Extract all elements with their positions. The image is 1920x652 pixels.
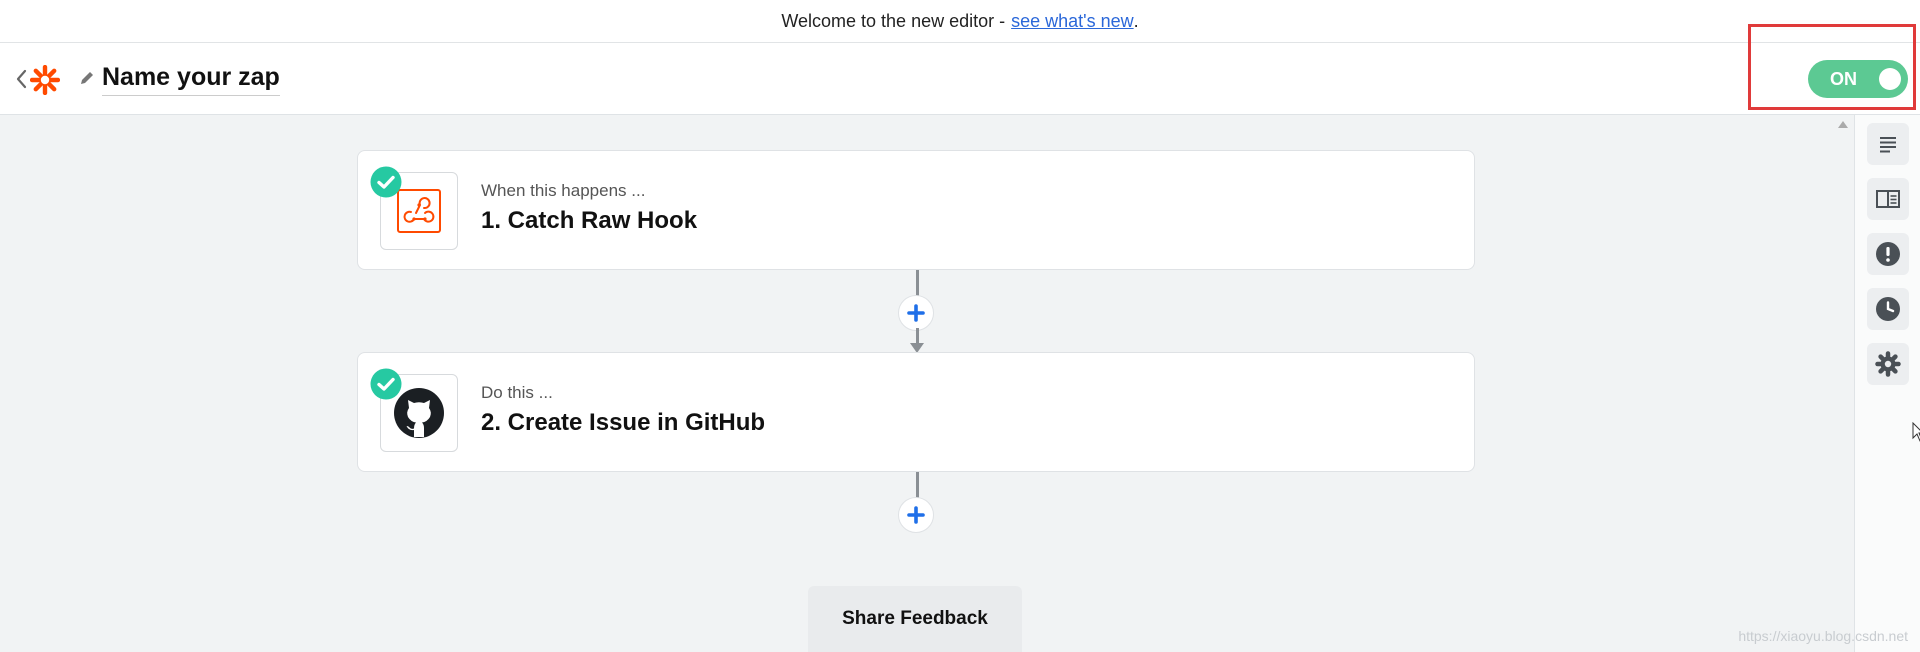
- alert-icon: [1876, 242, 1900, 266]
- docs-button[interactable]: [1867, 178, 1909, 220]
- banner-period: .: [1133, 10, 1139, 31]
- alerts-button[interactable]: [1867, 233, 1909, 275]
- watermark: https://xiaoyu.blog.csdn.net: [1738, 628, 1908, 644]
- step-title: 2. Create Issue in GitHub: [481, 409, 766, 436]
- editor-header: Name your zap ON: [0, 43, 1920, 115]
- editor-banner: Welcome to the new editor - see what's n…: [0, 0, 1920, 43]
- connector-line: [916, 472, 919, 500]
- webhook-icon: [397, 189, 441, 233]
- connector-line: [916, 328, 919, 344]
- annotation-highlight-box: [1748, 24, 1916, 110]
- add-step-button[interactable]: [898, 295, 934, 331]
- check-circle-icon: [370, 368, 402, 400]
- check-circle-icon: [370, 166, 402, 198]
- whats-new-link[interactable]: see what's new: [1011, 11, 1134, 32]
- history-icon: [1876, 297, 1900, 321]
- zapier-logo-icon[interactable]: [30, 65, 60, 95]
- mouse-cursor-icon: [1912, 422, 1920, 442]
- notes-button[interactable]: [1867, 123, 1909, 165]
- pencil-icon[interactable]: [78, 69, 96, 87]
- zap-editor-canvas: When this happens ... 1. Catch Raw Hook …: [0, 115, 1854, 652]
- settings-button[interactable]: [1867, 343, 1909, 385]
- trigger-step-card[interactable]: When this happens ... 1. Catch Raw Hook: [357, 150, 1475, 270]
- step-label: When this happens ...: [481, 181, 646, 200]
- settings-icon: [1875, 351, 1901, 377]
- book-icon: [1876, 190, 1900, 208]
- notes-icon: [1880, 137, 1896, 153]
- plus-icon: [907, 506, 925, 524]
- add-step-button[interactable]: [898, 497, 934, 533]
- step-title: 1. Catch Raw Hook: [481, 207, 698, 234]
- action-step-card[interactable]: Do this ... 2. Create Issue in GitHub: [357, 352, 1475, 472]
- chevron-left-icon[interactable]: [14, 67, 28, 91]
- zap-name-field[interactable]: Name your zap: [102, 59, 280, 96]
- banner-text: Welcome to the new editor -: [781, 10, 1006, 31]
- scroll-up-arrow[interactable]: [1838, 121, 1848, 128]
- share-feedback-button[interactable]: Share Feedback: [808, 586, 1022, 652]
- history-button[interactable]: [1867, 288, 1909, 330]
- plus-icon: [907, 304, 925, 322]
- step-label: Do this ...: [481, 383, 553, 402]
- right-sidebar: [1854, 115, 1920, 652]
